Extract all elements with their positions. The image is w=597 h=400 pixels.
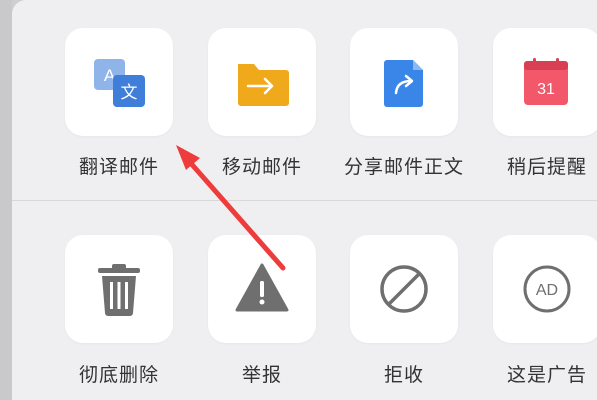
share-mail-body-label: 分享邮件正文 [343,156,464,178]
reject-action[interactable]: 拒收 [350,200,470,390]
remind-later-tile[interactable]: 31 [493,28,597,136]
share-document-icon [384,60,423,107]
block-icon [380,265,428,313]
delete-permanently-tile[interactable] [65,235,173,343]
delete-permanently-label: 彻底删除 [78,364,159,386]
reject-label: 拒收 [383,364,424,386]
translate-icon: A 文 [94,59,145,107]
share-mail-body-tile[interactable] [350,28,458,136]
remind-later-action[interactable]: 31 稍后提醒 [493,0,597,190]
translate-mail-tile[interactable]: A 文 [65,28,173,136]
reject-tile[interactable] [350,235,458,343]
ad-text: AD [536,282,558,299]
translate-letter-wen: 文 [121,83,138,103]
warning-icon [235,263,289,312]
move-mail-action[interactable]: 移动邮件 [208,0,328,190]
move-mail-tile[interactable] [208,28,316,136]
translate-mail-label: 翻译邮件 [78,156,159,178]
action-row-2: 彻底删除 举报 拒收 AD 这是广告 [12,200,597,390]
translate-mail-action[interactable]: A 文 翻译邮件 [65,0,185,190]
move-folder-icon [238,64,289,106]
left-edge [0,0,12,400]
share-mail-body-action[interactable]: 分享邮件正文 [344,0,470,190]
report-action[interactable]: 举报 [208,200,328,390]
remind-later-label: 稍后提醒 [506,156,587,178]
calendar-day: 31 [537,81,555,98]
report-label: 举报 [241,364,282,386]
report-tile[interactable] [208,235,316,343]
mark-as-ad-label: 这是广告 [506,364,587,386]
trash-icon [98,264,140,316]
mark-as-ad-tile[interactable]: AD [493,235,597,343]
calendar-icon: 31 [524,58,568,105]
delete-permanently-action[interactable]: 彻底删除 [65,200,185,390]
ad-icon: AD [523,265,571,313]
action-row-1: A 文 翻译邮件 移动邮件 分享邮件正文 31 稍后提醒 [12,0,597,190]
move-mail-label: 移动邮件 [221,156,302,178]
mark-as-ad-action[interactable]: AD 这是广告 [493,200,597,390]
action-sheet: A 文 翻译邮件 移动邮件 分享邮件正文 31 稍后提醒 彻底删除 举报 拒收 … [12,0,597,400]
